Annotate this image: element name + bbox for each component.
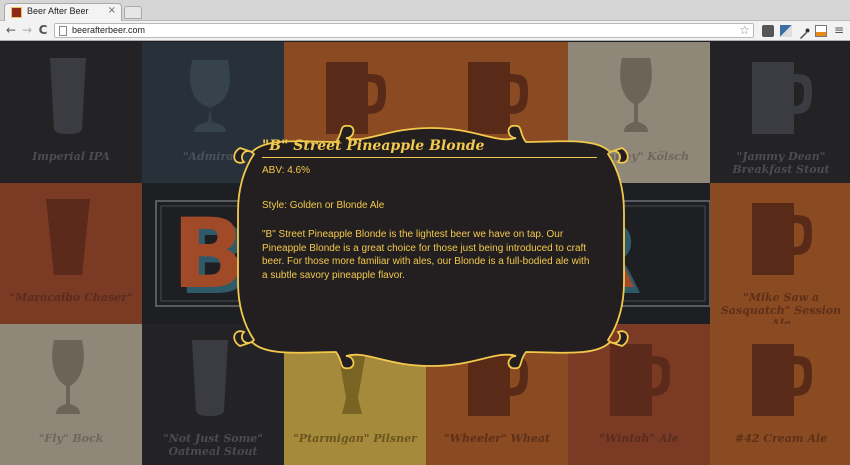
shaker-icon: [46, 199, 90, 275]
abv-text: ABV: 4.6%: [262, 165, 310, 176]
beer-name: "Not Just Some" Oatmeal Stout: [163, 432, 263, 458]
modal-title: "B" Street Pineapple Blonde: [262, 138, 597, 158]
new-tab-button[interactable]: [124, 6, 142, 19]
browser-tab-bar: Beer After Beer ×: [0, 0, 850, 21]
beer-tile[interactable]: Imperial IPA: [0, 42, 142, 183]
browser-menu-icon[interactable]: ≡: [832, 23, 846, 37]
beer-name: Imperial IPA: [32, 150, 110, 163]
forward-arrow-icon[interactable]: →: [20, 23, 34, 37]
beer-name: #42 Cream Ale: [734, 432, 828, 445]
tab-close-icon[interactable]: ×: [108, 5, 116, 16]
tab-title: Beer After Beer: [27, 6, 89, 16]
beer-name: "Maracaibo Chaser": [9, 291, 133, 304]
beer-name: "Mike Saw a Sasquatch" Session Ale: [720, 291, 842, 324]
calendar-extension-icon[interactable]: [815, 25, 827, 37]
beer-name: "Wheeler" Wheat: [443, 432, 551, 445]
browser-tab[interactable]: Beer After Beer ×: [4, 3, 122, 21]
beer-name: "Wintah" Ale: [599, 432, 679, 445]
modal-content: "B" Street Pineapple Blonde ABV: 4.6% St…: [262, 138, 597, 282]
beer-name: "Ptarmigan" Pilsner: [293, 432, 417, 445]
bookmark-star-icon[interactable]: ☆: [739, 23, 750, 37]
beer-tile[interactable]: "Mike Saw a Sasquatch" Session Ale: [710, 183, 850, 324]
site-favicon-icon: [11, 7, 22, 18]
back-arrow-icon[interactable]: ←: [4, 23, 18, 37]
address-bar[interactable]: beerafterbeer.com ☆: [54, 23, 754, 38]
beer-tile[interactable]: "Maracaibo Chaser": [0, 183, 142, 324]
beer-tile[interactable]: "Fly" Bock: [0, 324, 142, 465]
description-text: "B" Street Pineapple Blonde is the light…: [262, 229, 590, 281]
beer-name: "Jammy Dean" Breakfast Stout: [732, 150, 830, 176]
beer-name: "Fly" Bock: [38, 432, 104, 445]
mug-icon: [752, 203, 812, 275]
reload-icon[interactable]: C: [36, 23, 50, 37]
screenshot-extension-icon[interactable]: [780, 25, 792, 37]
beer-tile[interactable]: #42 Cream Ale: [710, 324, 850, 465]
eyedropper-extension-icon[interactable]: [798, 25, 810, 39]
beer-tile[interactable]: "Jammy Dean" Breakfast Stout: [710, 42, 850, 183]
mug-icon: [752, 344, 812, 416]
pocket-extension-icon[interactable]: [762, 25, 774, 37]
tulip-icon: [52, 340, 84, 414]
mug-icon: [752, 62, 812, 134]
page-icon: [59, 26, 67, 36]
style-text: Style: Golden or Blonde Ale: [262, 200, 385, 211]
browser-toolbar: ← → C beerafterbeer.com ☆ ≡: [0, 21, 850, 41]
address-bar-url[interactable]: beerafterbeer.com: [72, 25, 145, 35]
pint-icon: [50, 58, 86, 134]
